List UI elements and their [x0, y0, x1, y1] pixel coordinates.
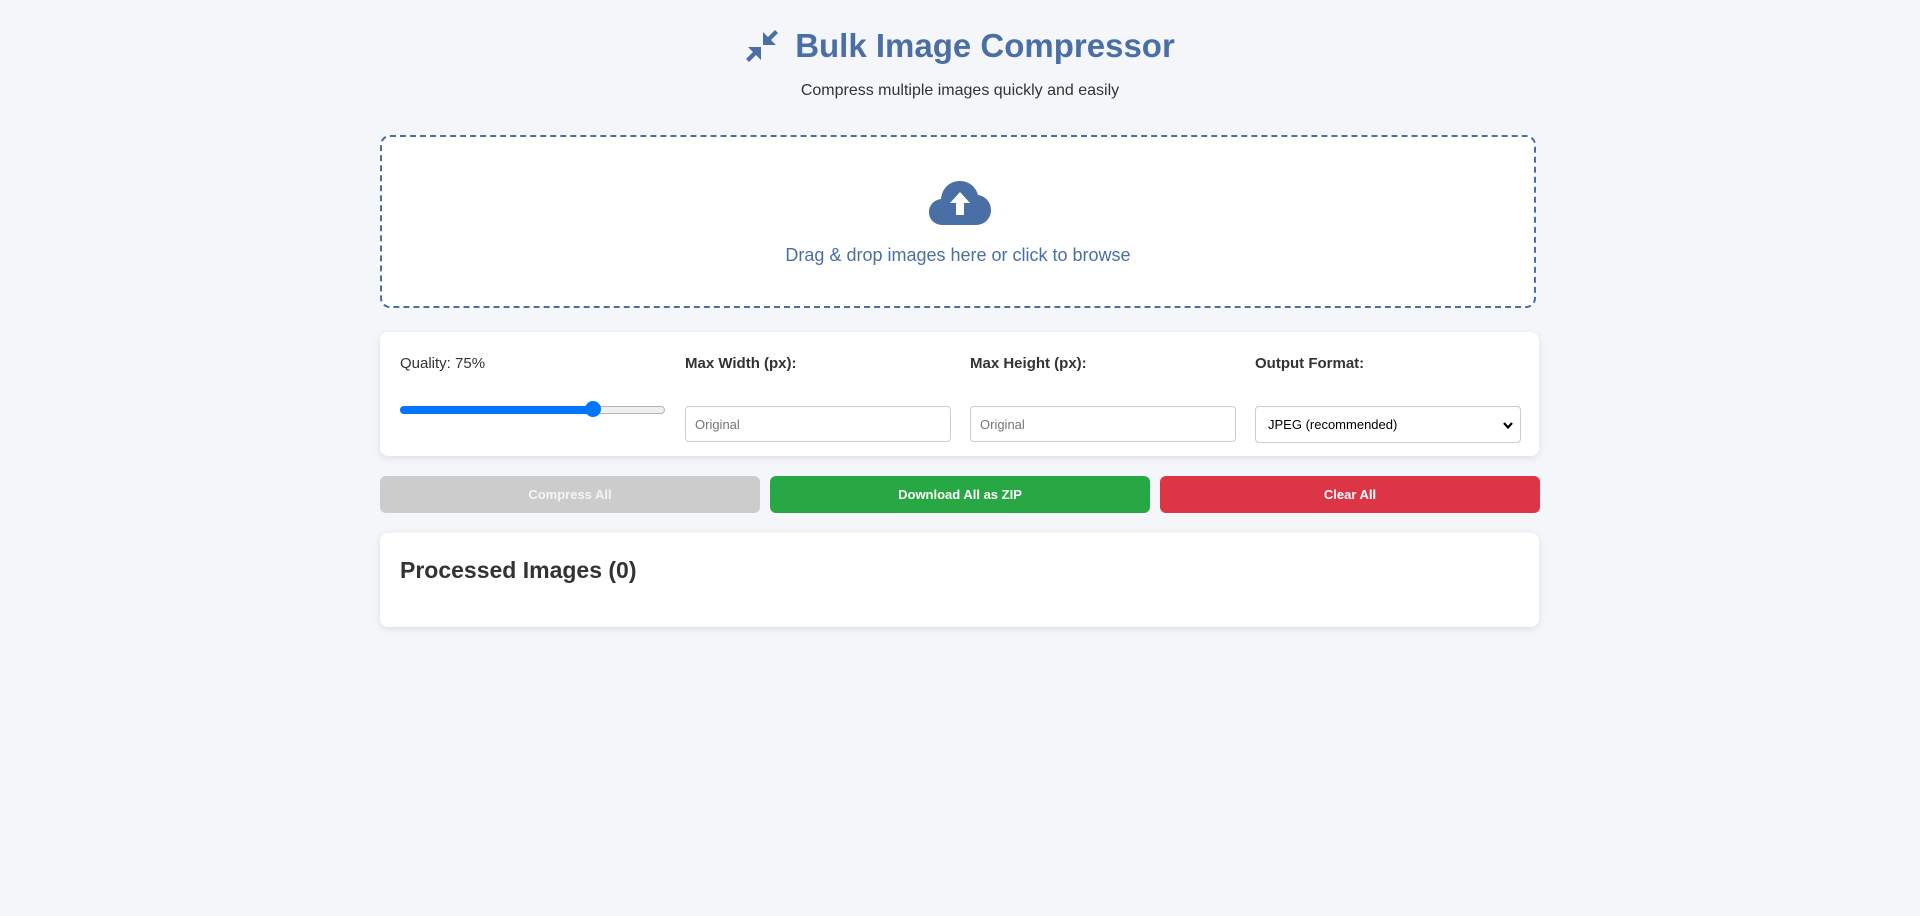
- app-page: Bulk Image Compressor Compress multiple …: [0, 0, 1920, 916]
- quality-label: Quality: 75%: [400, 355, 486, 372]
- download-zip-button[interactable]: Download All as ZIP: [770, 476, 1150, 513]
- max-height-label: Max Height (px):: [970, 355, 1087, 372]
- max-height-setting: Max Height (px):: [970, 355, 1236, 442]
- processed-images-title: Processed Images (0): [400, 557, 637, 583]
- page-subtitle: Compress multiple images quickly and eas…: [800, 82, 1120, 99]
- cloud-upload-icon: [929, 179, 991, 227]
- max-width-setting: Max Width (px):: [685, 355, 951, 442]
- image-dropzone[interactable]: Drag & drop images here or click to brow…: [380, 135, 1536, 308]
- max-width-input[interactable]: [685, 406, 951, 442]
- output-format-setting: Output Format: JPEG (recommended): [1255, 355, 1521, 443]
- quality-slider[interactable]: [400, 401, 665, 417]
- clear-all-button[interactable]: Clear All: [1160, 476, 1540, 513]
- settings-panel: Quality: 75% Max Width (px): Max Height …: [380, 332, 1539, 456]
- max-width-label: Max Width (px):: [685, 355, 797, 372]
- output-format-selected: JPEG (recommended): [1268, 417, 1398, 432]
- compress-arrows-icon: [745, 29, 779, 63]
- chevron-down-icon: [1502, 419, 1514, 431]
- output-format-label: Output Format:: [1255, 355, 1365, 372]
- quality-slider-fill: [400, 406, 594, 414]
- quality-slider-thumb[interactable]: [585, 401, 602, 417]
- max-height-input[interactable]: [970, 406, 1236, 442]
- dropzone-text: Drag & drop images here or click to brow…: [785, 245, 1131, 265]
- output-format-select[interactable]: JPEG (recommended): [1255, 406, 1521, 443]
- processed-images-panel: Processed Images (0): [380, 533, 1539, 627]
- compress-all-button[interactable]: Compress All: [380, 476, 760, 513]
- page-title: Bulk Image Compressor: [795, 27, 1175, 64]
- quality-setting: Quality: 75%: [400, 355, 666, 417]
- title-row: Bulk Image Compressor: [0, 26, 1920, 66]
- action-buttons: Compress All Download All as ZIP Clear A…: [380, 476, 1540, 513]
